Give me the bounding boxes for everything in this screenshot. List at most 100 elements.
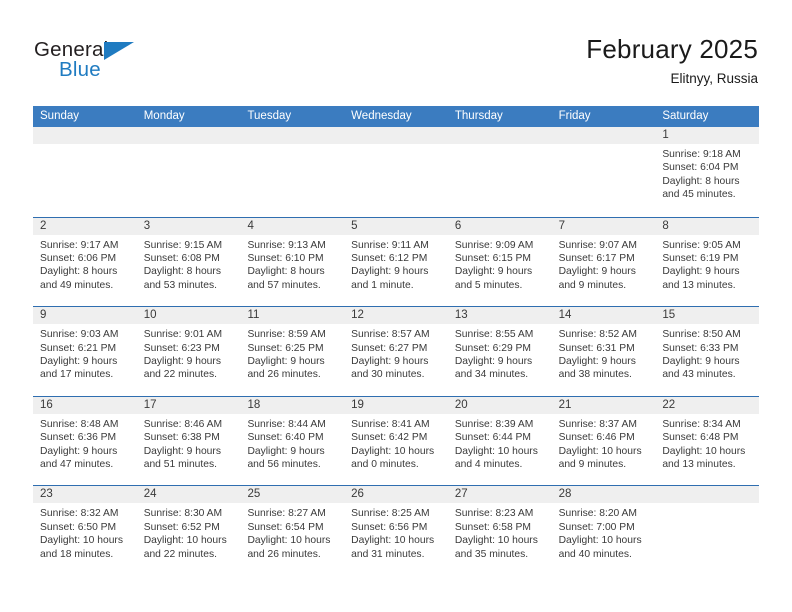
sunrise-text: Sunrise: 8:48 AM — [40, 418, 119, 430]
day-cell[interactable]: 1 Sunrise: 9:18 AM Sunset: 6:04 PM Dayli… — [655, 127, 760, 217]
day-cell[interactable]: 23 Sunrise: 8:32 AM Sunset: 6:50 PM Dayl… — [33, 486, 137, 575]
day-cell[interactable]: 14 Sunrise: 8:52 AM Sunset: 6:31 PM Dayl… — [551, 307, 656, 396]
daylight-text-line2: and 57 minutes. — [247, 279, 321, 291]
daylight-text-line1: Daylight: 8 hours — [662, 175, 740, 187]
day-details: Sunrise: 8:23 AM Sunset: 6:58 PM Dayligh… — [448, 503, 552, 561]
day-cell[interactable]: 10 Sunrise: 9:01 AM Sunset: 6:23 PM Dayl… — [136, 307, 241, 396]
sunrise-text: Sunrise: 8:46 AM — [143, 418, 223, 430]
daylight-text-line2: and 35 minutes. — [454, 548, 529, 560]
calendar-grid: Sunday Monday Tuesday Wednesday Thursday… — [33, 106, 760, 575]
daylight-text-line1: Daylight: 9 hours — [40, 445, 118, 457]
sunrise-text: Sunrise: 9:17 AM — [40, 239, 119, 251]
day-cell[interactable]: 19 Sunrise: 8:41 AM Sunset: 6:42 PM Dayl… — [344, 396, 448, 486]
day-details: Sunrise: 8:30 AM Sunset: 6:52 PM Dayligh… — [137, 503, 241, 561]
daylight-text-line2: and 22 minutes. — [143, 548, 217, 560]
day-cell[interactable]: 6 Sunrise: 9:09 AM Sunset: 6:15 PM Dayli… — [447, 217, 552, 307]
day-number: 5 — [344, 217, 448, 235]
sunset-text: Sunset: 6:12 PM — [351, 253, 428, 264]
day-cell — [33, 127, 137, 217]
day-cell — [655, 486, 760, 575]
day-number: 27 — [447, 486, 552, 504]
day-details: Sunrise: 8:50 AM Sunset: 6:33 PM Dayligh… — [655, 324, 759, 382]
day-cell[interactable]: 21 Sunrise: 8:37 AM Sunset: 6:46 PM Dayl… — [551, 396, 656, 486]
daylight-text-line1: Daylight: 8 hours — [143, 266, 221, 278]
general-blue-logo[interactable]: General Blue — [34, 38, 194, 88]
sunrise-text: Sunrise: 8:37 AM — [558, 418, 638, 430]
sunset-text: Sunset: 6:29 PM — [454, 342, 532, 354]
day-cell[interactable]: 18 Sunrise: 8:44 AM Sunset: 6:40 PM Dayl… — [240, 396, 345, 486]
day-number: 16 — [33, 396, 137, 414]
sunrise-text: Sunrise: 9:05 AM — [662, 239, 741, 251]
day-details: Sunrise: 9:05 AM Sunset: 6:19 PM Dayligh… — [655, 235, 759, 293]
day-cell[interactable]: 20 Sunrise: 8:39 AM Sunset: 6:44 PM Dayl… — [447, 396, 552, 486]
day-cell[interactable]: 3 Sunrise: 9:15 AM Sunset: 6:08 PM Dayli… — [136, 217, 241, 307]
day-cell[interactable]: 17 Sunrise: 8:46 AM Sunset: 6:38 PM Dayl… — [136, 396, 241, 486]
day-details — [137, 144, 241, 148]
sunrise-text: Sunrise: 9:11 AM — [351, 239, 429, 251]
day-details: Sunrise: 8:46 AM Sunset: 6:38 PM Dayligh… — [137, 414, 241, 472]
sunrise-text: Sunrise: 8:32 AM — [40, 508, 119, 520]
day-cell[interactable]: 26 Sunrise: 8:25 AM Sunset: 6:56 PM Dayl… — [344, 486, 448, 575]
day-cell[interactable]: 2 Sunrise: 9:17 AM Sunset: 6:06 PM Dayli… — [33, 217, 137, 307]
daylight-text-line2: and 49 minutes. — [40, 279, 114, 291]
daylight-text-line2: and 53 minutes. — [143, 279, 217, 291]
daylight-text-line2: and 22 minutes. — [143, 369, 217, 381]
day-details: Sunrise: 9:17 AM Sunset: 6:06 PM Dayligh… — [33, 235, 137, 293]
day-number: 26 — [344, 486, 448, 504]
sunset-text: Sunset: 6:19 PM — [662, 253, 739, 264]
day-details — [552, 144, 656, 148]
page-header: General Blue February 2025 Elitnyy, Russ… — [0, 0, 792, 100]
daylight-text-line1: Daylight: 10 hours — [40, 535, 123, 547]
day-details: Sunrise: 9:07 AM Sunset: 6:17 PM Dayligh… — [552, 235, 656, 293]
day-cell[interactable]: 16 Sunrise: 8:48 AM Sunset: 6:36 PM Dayl… — [33, 396, 137, 486]
sunrise-text: Sunrise: 8:52 AM — [558, 329, 638, 341]
daylight-text-line1: Daylight: 9 hours — [40, 356, 118, 367]
day-details: Sunrise: 8:59 AM Sunset: 6:25 PM Dayligh… — [240, 324, 344, 382]
sunrise-text: Sunrise: 8:44 AM — [247, 418, 326, 430]
day-cell[interactable]: 24 Sunrise: 8:30 AM Sunset: 6:52 PM Dayl… — [136, 486, 241, 575]
sunrise-text: Sunrise: 9:01 AM — [143, 329, 223, 341]
day-cell[interactable]: 8 Sunrise: 9:05 AM Sunset: 6:19 PM Dayli… — [655, 217, 760, 307]
day-cell[interactable]: 27 Sunrise: 8:23 AM Sunset: 6:58 PM Dayl… — [447, 486, 552, 575]
day-cell[interactable]: 9 Sunrise: 9:03 AM Sunset: 6:21 PM Dayli… — [33, 307, 137, 396]
day-cell — [240, 127, 345, 217]
day-cell[interactable]: 25 Sunrise: 8:27 AM Sunset: 6:54 PM Dayl… — [240, 486, 345, 575]
day-cell[interactable]: 5 Sunrise: 9:11 AM Sunset: 6:12 PM Dayli… — [344, 217, 448, 307]
day-number — [447, 127, 552, 144]
day-details: Sunrise: 8:44 AM Sunset: 6:40 PM Dayligh… — [240, 414, 344, 472]
daylight-text-line2: and 31 minutes. — [351, 548, 425, 560]
sunrise-text: Sunrise: 9:09 AM — [454, 239, 534, 251]
daylight-text-line1: Daylight: 9 hours — [247, 445, 325, 457]
day-number: 25 — [240, 486, 345, 504]
blue-triangle-flag-icon — [104, 42, 134, 60]
day-cell[interactable]: 22 Sunrise: 8:34 AM Sunset: 6:48 PM Dayl… — [655, 396, 760, 486]
weekday-header-row: Sunday Monday Tuesday Wednesday Thursday… — [33, 106, 759, 127]
sunset-text: Sunset: 6:04 PM — [662, 162, 739, 174]
day-cell[interactable]: 12 Sunrise: 8:57 AM Sunset: 6:27 PM Dayl… — [344, 307, 448, 396]
sunset-text: Sunset: 6:48 PM — [662, 432, 739, 444]
sunrise-text: Sunrise: 9:18 AM — [662, 149, 741, 160]
day-number — [33, 127, 137, 144]
day-cell[interactable]: 15 Sunrise: 8:50 AM Sunset: 6:33 PM Dayl… — [655, 307, 760, 396]
day-details — [655, 503, 759, 507]
day-number: 28 — [551, 486, 656, 504]
week-row: 9 Sunrise: 9:03 AM Sunset: 6:21 PM Dayli… — [33, 306, 760, 396]
title-block: February 2025 Elitnyy, Russia — [586, 34, 758, 88]
sunrise-text: Sunrise: 8:41 AM — [351, 418, 430, 430]
day-cell[interactable]: 28 Sunrise: 8:20 AM Sunset: 7:00 PM Dayl… — [551, 486, 656, 575]
day-number: 24 — [136, 486, 241, 504]
sunset-text: Sunset: 6:42 PM — [351, 432, 428, 444]
day-cell[interactable]: 13 Sunrise: 8:55 AM Sunset: 6:29 PM Dayl… — [447, 307, 552, 396]
day-cell[interactable]: 7 Sunrise: 9:07 AM Sunset: 6:17 PM Dayli… — [551, 217, 656, 307]
day-cell — [551, 127, 656, 217]
sunset-text: Sunset: 6:21 PM — [40, 342, 117, 354]
weekday-header-monday: Monday — [143, 110, 185, 122]
calendar-page: General Blue February 2025 Elitnyy, Russ… — [0, 0, 792, 612]
daylight-text-line2: and 34 minutes. — [454, 369, 529, 381]
sunrise-text: Sunrise: 8:34 AM — [662, 418, 741, 430]
day-details: Sunrise: 8:37 AM Sunset: 6:46 PM Dayligh… — [552, 414, 656, 472]
sunrise-text: Sunrise: 8:39 AM — [454, 418, 534, 430]
day-cell[interactable]: 11 Sunrise: 8:59 AM Sunset: 6:25 PM Dayl… — [240, 307, 345, 396]
day-cell[interactable]: 4 Sunrise: 9:13 AM Sunset: 6:10 PM Dayli… — [240, 217, 345, 307]
daylight-text-line2: and 13 minutes. — [662, 279, 736, 291]
